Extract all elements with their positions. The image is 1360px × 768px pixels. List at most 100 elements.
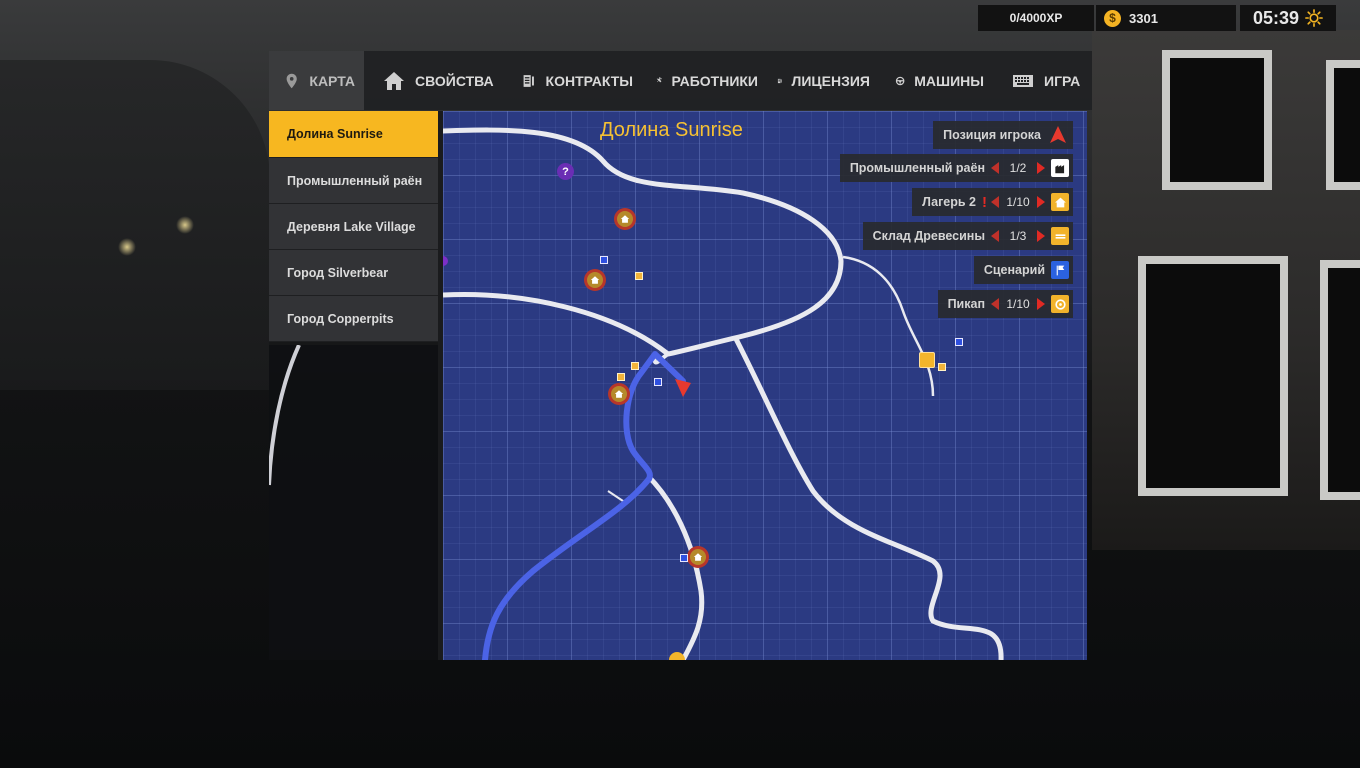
bottom-marker: [669, 652, 685, 660]
legend-player-position[interactable]: Позиция игрока: [933, 121, 1073, 149]
background-light: [176, 216, 194, 234]
road-north: [443, 127, 844, 357]
legend-lumber-yard[interactable]: Склад Древесины 1/3: [862, 222, 1073, 250]
legend-label: Склад Древесины: [872, 229, 985, 243]
tab-contracts[interactable]: КОНТРАКТЫ: [504, 51, 642, 110]
scenario-flag-marker[interactable]: [680, 554, 688, 562]
scenario-flag-marker[interactable]: [955, 338, 963, 346]
camp-house-marker[interactable]: [584, 269, 606, 291]
region-item-sunrise-valley[interactable]: Долина Sunrise: [269, 111, 438, 158]
region-item-silverbear[interactable]: Город Silverbear: [269, 250, 438, 296]
contract-icon: [523, 74, 534, 87]
background-light: [118, 238, 136, 256]
region-map[interactable]: Долина Sunrise ? Позиция игрока Промышле…: [443, 111, 1087, 660]
player-position-marker[interactable]: [675, 379, 691, 397]
house-window: [1138, 256, 1288, 496]
tools-icon: [656, 76, 662, 82]
tab-label: РАБОТНИКИ: [671, 72, 758, 89]
region-item-industrial-district[interactable]: Промышленный раён: [269, 158, 438, 204]
background-house: [1092, 30, 1360, 550]
map-title: Долина Sunrise: [600, 119, 743, 141]
tab-game[interactable]: ИГРА: [993, 51, 1092, 110]
tab-label: МАШИНЫ: [914, 72, 984, 89]
prev-arrow-icon[interactable]: [991, 298, 999, 310]
prev-arrow-icon[interactable]: [991, 162, 999, 174]
house-icon: [587, 272, 603, 288]
legend-label: Промышленный раён: [849, 161, 985, 175]
tab-license[interactable]: ЛИЦЕНЗИЯ: [767, 51, 879, 110]
next-arrow-icon[interactable]: [1037, 230, 1045, 242]
region-label: Долина Sunrise: [287, 127, 383, 141]
camp-house-marker[interactable]: [614, 208, 636, 230]
region-label: Деревня Lake Village: [287, 219, 416, 234]
scenario-flag-marker[interactable]: [600, 256, 608, 264]
tab-label: СВОЙСТВА: [415, 72, 494, 89]
xp-value: 0/4000XP: [1009, 11, 1063, 25]
pickup-marker[interactable]: [617, 373, 625, 381]
lumber-yard-marker[interactable]: [919, 352, 935, 368]
clock-value: 05:39: [1252, 7, 1300, 28]
scenario-flag-icon: [1051, 261, 1069, 279]
prev-arrow-icon[interactable]: [991, 196, 999, 208]
preview-road: [269, 345, 301, 486]
scenario-flag-marker[interactable]: [654, 378, 662, 386]
next-arrow-icon[interactable]: [1037, 162, 1045, 174]
region-item-lake-village[interactable]: Деревня Lake Village: [269, 204, 438, 250]
legend-label: Позиция игрока: [943, 128, 1041, 142]
region-label: Город Copperpits: [287, 311, 394, 326]
map-pin-icon: [286, 73, 297, 88]
legend-pickup[interactable]: Пикап 1/10: [937, 290, 1073, 318]
next-arrow-icon[interactable]: [1037, 196, 1045, 208]
industry-icon: [1051, 159, 1069, 177]
tab-vehicles[interactable]: МАШИНЫ: [879, 51, 993, 110]
road-trail-east: [842, 255, 935, 397]
alert-icon: !: [982, 193, 987, 211]
main-menu-tabs: КАРТА СВОЙСТВА КОНТРАКТЫ РАБОТНИКИ ЛИЦЕН…: [269, 51, 1092, 110]
sun-icon: [1305, 9, 1323, 27]
xp-counter: 0/4000XP: [978, 5, 1094, 31]
game-clock: 05:39: [1240, 5, 1336, 31]
mystery-marker[interactable]: ?: [557, 163, 574, 180]
legend-camp[interactable]: Лагерь 2 ! 1/10: [912, 188, 1073, 216]
region-item-copperpits[interactable]: Город Copperpits: [269, 296, 438, 342]
player-arrow-icon: [1050, 126, 1066, 143]
legend-industrial-district[interactable]: Промышленный раён 1/2: [839, 154, 1073, 182]
tab-label: ИГРА: [1044, 72, 1081, 89]
edge-marker: [443, 256, 448, 266]
wood-icon: [1051, 227, 1069, 245]
license-icon: [777, 78, 782, 83]
camp-house-marker[interactable]: [608, 383, 630, 405]
house-window: [1326, 60, 1360, 190]
tab-label: ЛИЦЕНЗИЯ: [791, 72, 870, 89]
legend-label: Пикап: [947, 297, 985, 311]
tab-properties[interactable]: СВОЙСТВА: [364, 51, 504, 110]
region-list: Долина Sunrise Промышленный раён Деревня…: [269, 111, 438, 660]
pickup-marker[interactable]: [631, 362, 639, 370]
sidebar-map-preview: [269, 345, 438, 660]
house-icon: [617, 211, 633, 227]
keyboard-icon: [1013, 74, 1033, 87]
legend-scenario[interactable]: Сценарий: [973, 256, 1073, 284]
pickup-marker[interactable]: [635, 272, 643, 280]
route-path: [482, 351, 686, 660]
legend-count: 1/10: [1006, 297, 1030, 311]
prev-arrow-icon[interactable]: [991, 230, 999, 242]
region-label: Промышленный раён: [287, 173, 423, 188]
pickup-marker[interactable]: [938, 363, 946, 371]
tab-map[interactable]: КАРТА: [269, 51, 364, 110]
money-value: 3301: [1129, 10, 1158, 26]
tab-workers[interactable]: РАБОТНИКИ: [642, 51, 767, 110]
house-window: [1320, 260, 1360, 500]
tab-label: КАРТА: [309, 72, 355, 89]
road-east: [732, 335, 1004, 660]
legend-label: Лагерь 2: [922, 195, 976, 209]
camp-house-marker[interactable]: [687, 546, 709, 568]
coin-icon: $: [1104, 9, 1121, 27]
house-icon: [690, 549, 706, 565]
steering-wheel-icon: [895, 76, 905, 85]
legend-count: 1/10: [1006, 195, 1030, 209]
money-counter: $ 3301: [1096, 5, 1236, 31]
house-icon: [384, 71, 404, 90]
road-south: [646, 474, 705, 660]
next-arrow-icon[interactable]: [1037, 298, 1045, 310]
